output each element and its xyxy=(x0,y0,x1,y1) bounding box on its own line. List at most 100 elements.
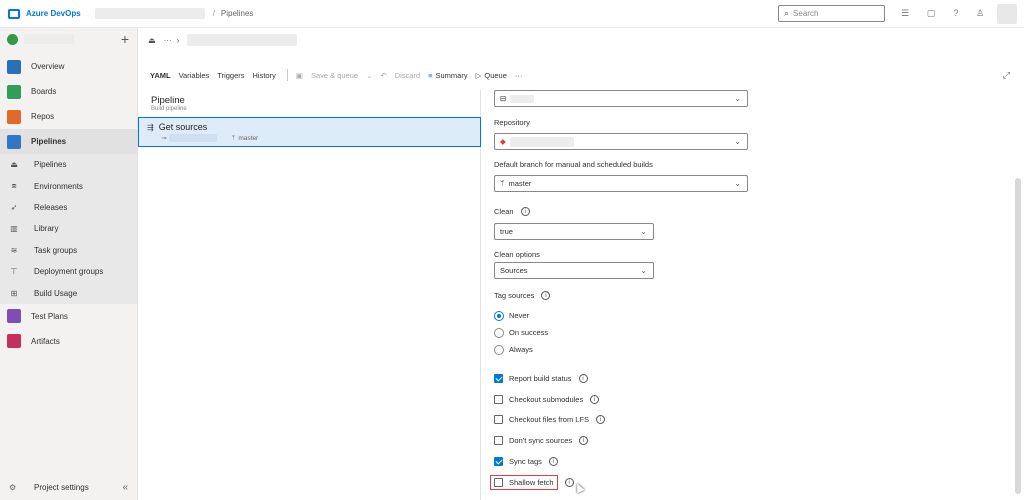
sidebar-item-overview[interactable]: Overview xyxy=(0,54,137,79)
discard-button[interactable]: Discard xyxy=(395,71,420,80)
avatar[interactable] xyxy=(997,4,1017,24)
sidebar-subitem-label: Pipelines xyxy=(34,160,67,170)
project-header[interactable]: + xyxy=(0,28,137,50)
info-icon[interactable]: i xyxy=(520,207,530,216)
source-project-redacted xyxy=(510,94,535,103)
checkbox[interactable] xyxy=(494,373,503,383)
pipeline-title: Pipeline xyxy=(151,95,185,106)
tag-option-always[interactable]: Always xyxy=(494,341,548,358)
help-icon[interactable]: ? xyxy=(950,7,962,19)
tab-history[interactable]: History xyxy=(253,71,276,80)
pipelines-icon: ⏏ xyxy=(10,160,18,170)
dont-sync-sources-option[interactable]: Don't sync sources i xyxy=(494,430,605,451)
tag-option-on-success[interactable]: On success xyxy=(494,324,548,341)
default-branch-dropdown[interactable]: ᛘ master ⌄ xyxy=(494,175,748,192)
scrollbar[interactable] xyxy=(1015,178,1021,494)
expand-icon[interactable]: ⤢ xyxy=(1003,70,1010,81)
checkout-lfs-option[interactable]: Checkout files from LFS i xyxy=(494,410,606,431)
checkbox[interactable] xyxy=(494,436,503,446)
default-branch-value: master xyxy=(508,179,532,188)
sidebar-subitem-releases[interactable]: ➶ Releases xyxy=(0,196,137,219)
releases-icon: ➶ xyxy=(10,202,18,212)
tab-variables[interactable]: Variables xyxy=(179,71,210,80)
radio-button[interactable] xyxy=(494,310,504,321)
sidebar-subitem-label: Environments xyxy=(34,181,83,191)
repository-value-redacted xyxy=(509,136,574,147)
info-icon[interactable]: i xyxy=(590,394,600,404)
save-queue-button[interactable]: Save & queue xyxy=(311,71,358,80)
repository-dropdown[interactable]: ◆ ⌄ xyxy=(494,133,748,150)
info-icon[interactable]: i xyxy=(548,457,558,467)
info-icon[interactable]: i xyxy=(596,415,606,425)
sidebar-subitem-deployment-groups[interactable]: ⊤ Deployment groups xyxy=(0,260,137,283)
chevron-down-icon: ⌄ xyxy=(734,179,741,188)
checkbox[interactable] xyxy=(494,415,503,425)
sidebar-subitem-environments[interactable]: ⧈ Environments xyxy=(0,175,137,197)
checkbox[interactable] xyxy=(494,477,503,487)
sidebar-subitem-library[interactable]: ▥ Library xyxy=(0,218,137,240)
sidebar-subitem-pipelines[interactable]: ⏏ Pipelines xyxy=(0,154,137,176)
checkbox[interactable] xyxy=(494,457,503,467)
queue-button[interactable]: Queue xyxy=(484,71,507,80)
top-bar: Azure DevOps / Pipelines ⌕ Search ☰ ▢ ? … xyxy=(0,0,1024,28)
toolbar-divider xyxy=(286,69,288,81)
info-icon[interactable]: i xyxy=(579,436,589,446)
pipeline-header[interactable]: Pipeline Build pipeline xyxy=(138,90,480,116)
project-icon xyxy=(7,33,18,45)
chevron-right-icon: › xyxy=(176,35,180,45)
summary-button[interactable]: Summary xyxy=(436,71,468,80)
clean-options-dropdown[interactable]: Sources ⌄ xyxy=(494,262,654,279)
pipeline-name-redacted[interactable] xyxy=(187,34,298,46)
radio-button[interactable] xyxy=(494,327,504,338)
tab-triggers[interactable]: Triggers xyxy=(217,71,244,80)
get-sources-label: Get sources xyxy=(158,122,208,132)
environments-icon: ⧈ xyxy=(11,181,17,191)
sidebar-subitem-build-usage[interactable]: ⊞ Build Usage xyxy=(0,282,137,304)
marketplace-icon[interactable]: ▢ xyxy=(925,7,937,19)
undo-icon: ↶ xyxy=(380,70,387,80)
report-build-status-option[interactable]: Report build status i xyxy=(494,368,605,389)
sidebar-item-pipelines[interactable]: Pipelines xyxy=(0,129,137,154)
tag-option-never[interactable]: Never xyxy=(494,307,548,324)
overview-icon xyxy=(7,59,21,74)
organization-name-redacted[interactable] xyxy=(94,8,205,19)
sidebar-item-repos[interactable]: Repos xyxy=(0,104,137,129)
library-icon: ▥ xyxy=(10,224,18,234)
source-type-dropdown[interactable]: ⊟ ⌄ xyxy=(494,90,748,107)
checkbox[interactable] xyxy=(494,394,503,404)
checkbox-label: Sync tags xyxy=(509,457,542,467)
brand-logo[interactable]: Azure DevOps xyxy=(8,8,81,19)
sidebar-subitem-task-groups[interactable]: ≋ Task groups xyxy=(0,239,137,261)
sidebar-subitem-label: Library xyxy=(34,224,59,234)
list-icon[interactable]: ☰ xyxy=(899,7,911,19)
more-actions-button[interactable]: ··· xyxy=(515,71,523,80)
add-icon[interactable]: + xyxy=(121,31,129,47)
branch-name: master xyxy=(238,134,259,142)
sidebar-item-artifacts[interactable]: Artifacts xyxy=(0,329,137,354)
info-icon[interactable]: i xyxy=(564,477,574,487)
sidebar-item-test-plans[interactable]: Test Plans xyxy=(0,304,137,329)
info-icon[interactable]: i xyxy=(578,373,588,383)
clean-dropdown[interactable]: true ⌄ xyxy=(494,223,654,240)
checkout-submodules-option[interactable]: Checkout submodules i xyxy=(494,389,605,410)
test-plans-icon xyxy=(7,309,21,324)
sidebar-item-boards[interactable]: Boards xyxy=(0,79,137,104)
user-settings-icon[interactable]: ♙ xyxy=(974,7,986,19)
project-settings-link[interactable]: ⚙ Project settings « xyxy=(0,478,138,496)
sync-tags-option[interactable]: Sync tags i xyxy=(494,451,605,472)
breadcrumb-pipelines[interactable]: Pipelines xyxy=(221,9,253,18)
info-icon[interactable]: i xyxy=(541,291,551,300)
search-icon: ⌕ xyxy=(784,8,790,18)
shallow-fetch-option[interactable]: Shallow fetch i xyxy=(490,472,605,493)
pipelines-icon xyxy=(7,134,21,149)
checkbox-label: Report build status xyxy=(509,373,572,383)
more-path-icon[interactable]: ··· xyxy=(164,36,172,45)
radio-button[interactable] xyxy=(494,344,504,355)
collapse-sidebar-icon[interactable]: « xyxy=(122,482,128,493)
tab-yaml[interactable]: YAML xyxy=(150,71,171,80)
get-sources-item[interactable]: ⇶ Get sources ⊸ ᛘ master xyxy=(138,117,481,147)
search-input[interactable]: ⌕ Search xyxy=(778,5,885,22)
chevron-down-icon[interactable]: ⌄ xyxy=(366,71,372,80)
sidebar-item-label: Boards xyxy=(31,87,57,96)
pipeline-tree: Pipeline Build pipeline ⇶ Get sources ⊸ … xyxy=(138,90,481,500)
